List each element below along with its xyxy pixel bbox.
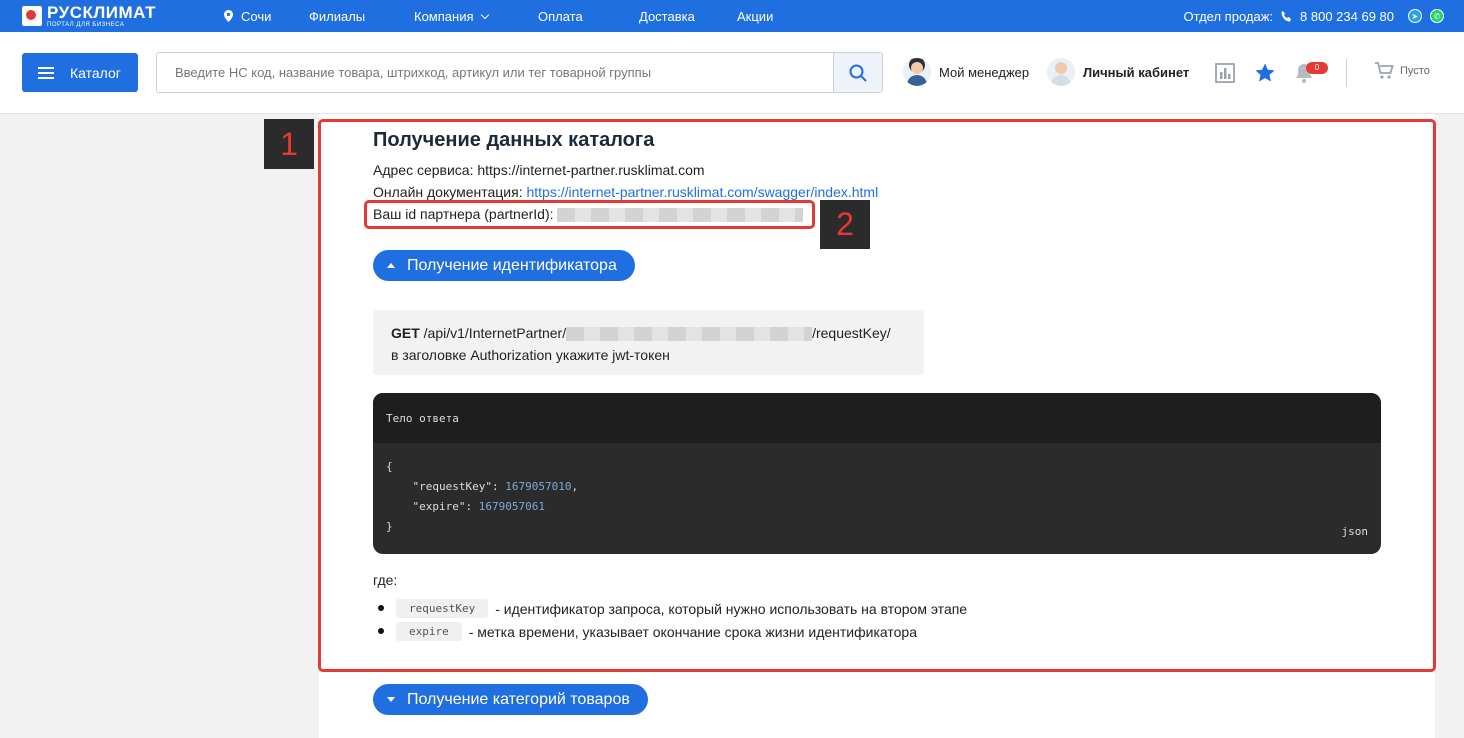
logo-title: РУСКЛИМАТ — [47, 3, 156, 22]
section-label: Получение категорий товаров — [407, 690, 630, 708]
header: Каталог Мой менеджер Личный кабинет 0 Пу… — [0, 32, 1464, 114]
search-icon — [849, 64, 867, 82]
annotation-label-1: 1 — [264, 119, 314, 169]
catalog-button[interactable]: Каталог — [22, 53, 138, 92]
nav-label: Оплата — [538, 8, 583, 24]
nav-branches[interactable]: Филиалы — [309, 0, 365, 32]
cart-icon — [1375, 62, 1394, 79]
search-button[interactable] — [833, 53, 882, 92]
catalog-label: Каталог — [70, 64, 121, 81]
nav-company[interactable]: Компания — [414, 0, 489, 32]
chevron-down-icon — [480, 10, 489, 19]
annotation-frame-2 — [364, 200, 815, 229]
account-label: Личный кабинет — [1083, 64, 1190, 80]
sales-contact: Отдел продаж: 8 800 234 69 80 ➤ ✆ — [1183, 0, 1444, 32]
logo[interactable]: РУСКЛИМАТ ПОРТАЛ ДЛЯ БИЗНЕСА — [22, 4, 156, 28]
nav-label: Филиалы — [309, 8, 366, 24]
star-icon[interactable] — [1254, 62, 1276, 84]
nav-payment[interactable]: Оплата — [538, 0, 583, 32]
personal-account[interactable]: Личный кабинет — [1047, 58, 1189, 86]
top-bar: РУСКЛИМАТ ПОРТАЛ ДЛЯ БИЗНЕСА Сочи Филиал… — [0, 0, 1464, 32]
nav-label: Акции — [737, 8, 774, 24]
account-avatar — [1047, 58, 1075, 86]
logo-mark-icon — [22, 6, 42, 26]
menu-icon — [38, 66, 54, 79]
nav-delivery[interactable]: Доставка — [639, 0, 695, 32]
notification-badge: 0 — [1306, 62, 1328, 74]
city-selector[interactable]: Сочи — [224, 0, 271, 32]
sales-label: Отдел продаж: — [1183, 8, 1274, 24]
phone-icon — [1281, 10, 1292, 21]
cart[interactable]: Пусто — [1374, 62, 1430, 80]
telegram-icon[interactable]: ➤ — [1408, 9, 1422, 23]
nav-label: Компания — [414, 8, 474, 24]
city-label: Сочи — [241, 8, 272, 24]
search-input[interactable] — [157, 53, 833, 92]
divider — [1346, 59, 1347, 87]
section-toggle-product-categories[interactable]: Получение категорий товаров — [373, 684, 648, 715]
nav-promotions[interactable]: Акции — [737, 0, 773, 32]
manager-avatar — [903, 58, 931, 86]
nav-label: Доставка — [639, 8, 695, 24]
logo-subtitle: ПОРТАЛ ДЛЯ БИЗНЕСА — [47, 22, 125, 28]
search-bar — [156, 52, 883, 93]
phone-number[interactable]: 8 800 234 69 80 — [1300, 9, 1394, 24]
chart-icon[interactable] — [1214, 62, 1236, 84]
annotation-label-2: 2 — [820, 200, 870, 249]
location-pin-icon — [224, 10, 233, 22]
manager-label: Мой менеджер — [939, 64, 1030, 80]
chevron-down-icon — [387, 697, 395, 702]
cart-label: Пусто — [1400, 65, 1430, 77]
whatsapp-icon[interactable]: ✆ — [1430, 9, 1444, 23]
my-manager[interactable]: Мой менеджер — [903, 58, 1029, 86]
